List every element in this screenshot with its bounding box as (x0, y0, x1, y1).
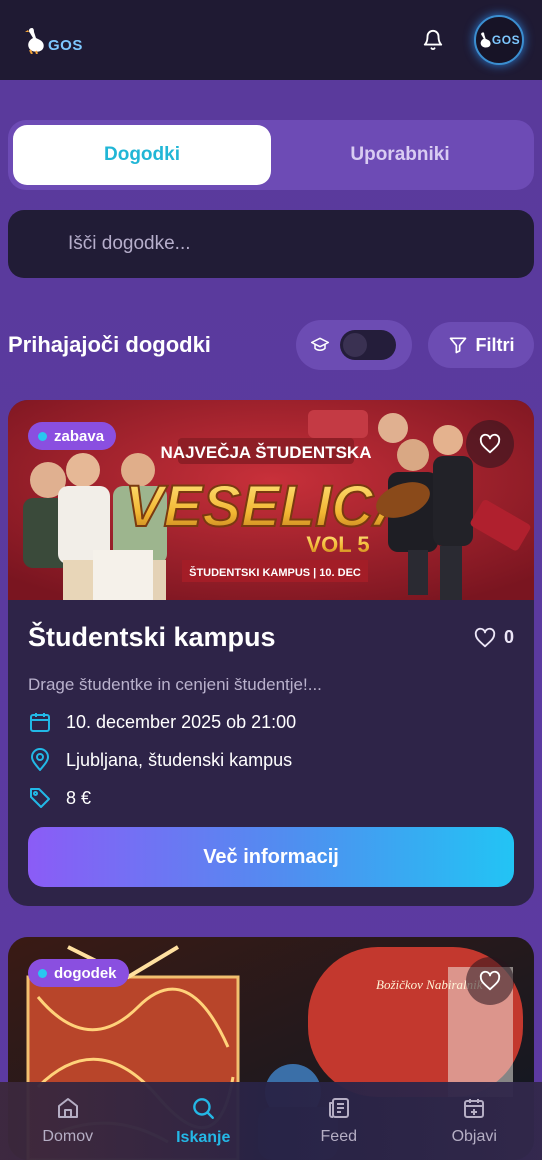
goose-avatar-icon (480, 32, 491, 48)
home-icon (57, 1098, 78, 1118)
event-price: 8 € (28, 785, 514, 811)
nav-domov[interactable]: Domov (0, 1082, 136, 1160)
event-price-text: 8 € (66, 787, 92, 808)
tab-dogodki[interactable]: Dogodki (13, 125, 271, 185)
event-description: Drage študentke in cenjeni študentje!... (28, 675, 322, 694)
top-bar: GOS GOS (0, 0, 542, 80)
tag-label: zabava (54, 427, 105, 445)
tag-label: dogodek (54, 964, 117, 982)
bell-icon[interactable] (422, 29, 444, 51)
nav-label: Domov (42, 1128, 94, 1145)
category-tag: dogodek (28, 959, 129, 987)
student-toggle[interactable] (296, 320, 412, 370)
main-content: Dogodki Uporabniki Išči dogodke... Priha… (0, 80, 542, 1160)
toggle-knob (343, 333, 367, 357)
event-title: Študentski kampus (28, 622, 276, 652)
nav-label: Iskanje (176, 1129, 231, 1146)
favorite-button[interactable] (466, 420, 514, 468)
avatar[interactable]: GOS (474, 15, 524, 65)
location-pin-icon (31, 748, 49, 771)
nav-feed[interactable]: Feed (271, 1082, 407, 1160)
poster-headline-main: VESELICA (125, 474, 415, 539)
graduation-cap-icon (310, 337, 330, 351)
feed-icon (328, 1098, 349, 1118)
event-location-text: Ljubljana, študenski kampus (66, 749, 293, 770)
poster-headline-top: NAJVEČJA ŠTUDENTSKA (161, 443, 372, 462)
poster-headline-vol: VOL 5 (306, 532, 369, 557)
nav-label: Objavi (451, 1128, 497, 1145)
toggle-switch[interactable] (340, 330, 396, 360)
app-logo[interactable]: GOS (24, 26, 83, 54)
event-date-text: 10. december 2025 ob 21:00 (66, 711, 297, 732)
nav-label: Feed (320, 1128, 357, 1145)
heart-icon (479, 970, 501, 991)
event-location: Ljubljana, študenski kampus (28, 747, 514, 773)
tag-dot (38, 968, 47, 978)
section-header: Prihajajoči dogodki Filtri (8, 320, 534, 370)
nav-objavi[interactable]: Objavi (407, 1082, 542, 1160)
search-icon (193, 1098, 215, 1119)
heart-outline-icon (474, 627, 496, 647)
price-tag-icon (30, 788, 50, 808)
logo-text: GOS (48, 37, 83, 54)
segment-tabs: Dogodki Uporabniki (8, 120, 534, 190)
calendar-icon (30, 713, 50, 732)
like-count[interactable]: 0 (474, 627, 514, 649)
event-poster[interactable]: NAJVEČJA ŠTUDENTSKA VESELICA VOL 5 ŠTUDE… (8, 400, 534, 600)
filter-button[interactable]: Filtri (428, 322, 534, 368)
more-info-button[interactable]: Več informacij (28, 827, 514, 887)
filter-label: Filtri (475, 334, 515, 355)
event-date: 10. december 2025 ob 21:00 (28, 709, 514, 735)
avatar-text: GOS (491, 33, 521, 47)
like-count-value: 0 (503, 627, 514, 647)
section-title: Prihajajoči dogodki (8, 332, 211, 357)
bottom-nav: Domov Iskanje Feed Objavi (0, 1082, 542, 1160)
calendar-plus-icon (464, 1099, 485, 1118)
nav-iskanje[interactable]: Iskanje (136, 1082, 272, 1160)
search-input[interactable]: Išči dogodke... (8, 210, 534, 278)
filter-icon (449, 337, 466, 354)
event-card[interactable]: NAJVEČJA ŠTUDENTSKA VESELICA VOL 5 ŠTUDE… (8, 400, 534, 906)
heart-icon (479, 433, 501, 454)
poster-footer: ŠTUDENTSKI KAMPUS | 10. DEC (189, 566, 361, 579)
category-tag: zabava (28, 422, 117, 450)
tag-dot (38, 431, 47, 441)
goose-logo-icon (25, 28, 44, 54)
tab-uporabniki[interactable]: Uporabniki (271, 125, 529, 185)
favorite-button[interactable] (466, 957, 514, 1005)
